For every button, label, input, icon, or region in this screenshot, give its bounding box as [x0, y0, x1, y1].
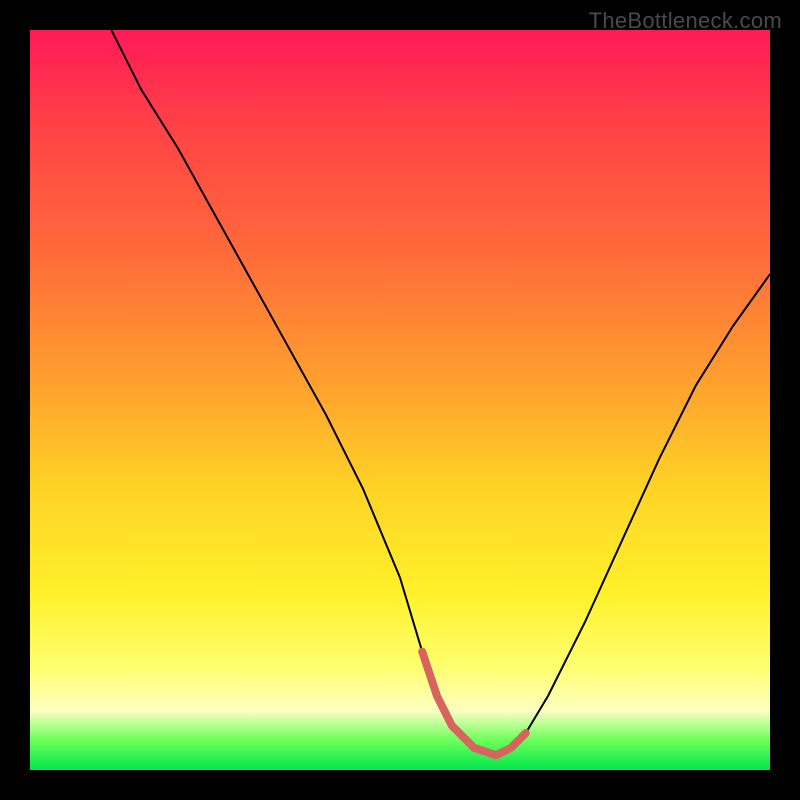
- chart-curve: [111, 30, 770, 755]
- chart-canvas: TheBottleneck.com: [0, 0, 800, 800]
- chart-svg: [30, 30, 770, 770]
- plot-area: [30, 30, 770, 770]
- chart-highlight: [422, 652, 526, 756]
- watermark-label: TheBottleneck.com: [589, 8, 782, 34]
